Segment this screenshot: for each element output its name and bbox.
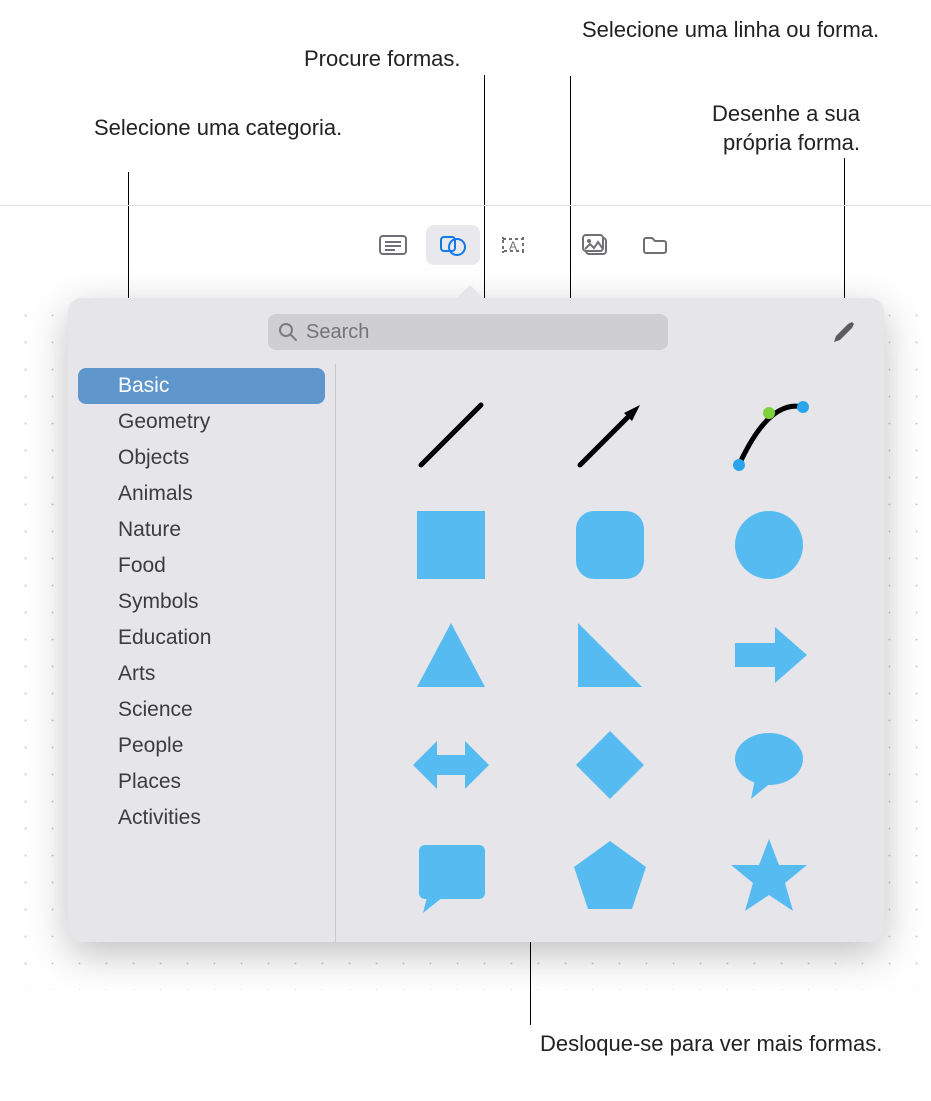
category-item-nature[interactable]: Nature	[78, 512, 325, 548]
category-item-education[interactable]: Education	[78, 620, 325, 656]
callout-scroll: Desloque-se para ver mais formas.	[540, 1030, 882, 1059]
category-item-people[interactable]: People	[78, 728, 325, 764]
square-icon	[409, 503, 493, 587]
curve-line-icon	[727, 393, 811, 477]
shape-callout-rect[interactable]	[403, 827, 499, 923]
tool-folder[interactable]	[628, 225, 682, 265]
category-item-food[interactable]: Food	[78, 548, 325, 584]
folder-icon	[641, 233, 669, 257]
category-item-science[interactable]: Science	[78, 692, 325, 728]
speech-bubble-icon	[727, 723, 811, 807]
svg-text:A: A	[509, 239, 517, 253]
shape-curve-line[interactable]	[721, 387, 817, 483]
rounded-square-icon	[568, 503, 652, 587]
popover-content: BasicGeometryObjectsAnimalsNatureFoodSym…	[68, 364, 884, 942]
star-icon	[727, 833, 811, 917]
pen-icon	[830, 318, 858, 346]
textbox-icon	[379, 233, 407, 257]
shapes-popover: BasicGeometryObjectsAnimalsNatureFoodSym…	[68, 298, 884, 942]
callout-category: Selecione uma categoria.	[94, 114, 342, 143]
category-item-symbols[interactable]: Symbols	[78, 584, 325, 620]
shape-right-triangle[interactable]	[562, 607, 658, 703]
shape-circle[interactable]	[721, 497, 817, 593]
category-item-arts[interactable]: Arts	[78, 656, 325, 692]
divider	[0, 205, 931, 206]
shape-triangle[interactable]	[403, 607, 499, 703]
shapes-grid	[336, 364, 884, 942]
category-item-places[interactable]: Places	[78, 764, 325, 800]
tool-shapes[interactable]	[426, 225, 480, 265]
textstyle-icon: A	[499, 233, 527, 257]
shape-star[interactable]	[721, 827, 817, 923]
category-item-basic[interactable]: Basic	[78, 368, 325, 404]
media-icon	[581, 233, 609, 257]
arrow-right-icon	[727, 613, 811, 697]
callout-draw: Desenhe a sua própria forma.	[700, 100, 860, 157]
leader-line	[484, 75, 485, 325]
shape-pentagon[interactable]	[562, 827, 658, 923]
draw-shape-button[interactable]	[824, 312, 864, 352]
search-input[interactable]	[306, 321, 658, 344]
shape-arrow-right[interactable]	[721, 607, 817, 703]
shape-arrow-line[interactable]	[562, 387, 658, 483]
line-icon	[409, 393, 493, 477]
pentagon-icon	[568, 833, 652, 917]
tool-textstyle[interactable]: A	[486, 225, 540, 265]
right-triangle-icon	[568, 613, 652, 697]
diamond-icon	[568, 723, 652, 807]
toolbar: A	[0, 220, 931, 270]
callout-rect-icon	[409, 833, 493, 917]
category-item-activities[interactable]: Activities	[78, 800, 325, 836]
search-row	[68, 298, 884, 364]
shape-rounded-square[interactable]	[562, 497, 658, 593]
search-box[interactable]	[268, 314, 668, 350]
triangle-icon	[409, 613, 493, 697]
tool-text-box[interactable]	[366, 225, 420, 265]
arrow-line-icon	[568, 393, 652, 477]
shape-speech-bubble[interactable]	[721, 717, 817, 813]
shape-diamond[interactable]	[562, 717, 658, 813]
search-icon	[278, 322, 298, 342]
category-item-objects[interactable]: Objects	[78, 440, 325, 476]
double-arrow-icon	[409, 723, 493, 807]
callout-pick: Selecione uma linha ou forma.	[582, 16, 879, 45]
shape-square[interactable]	[403, 497, 499, 593]
shape-line[interactable]	[403, 387, 499, 483]
category-item-geometry[interactable]: Geometry	[78, 404, 325, 440]
shapes-icon	[439, 233, 467, 257]
callout-search: Procure formas.	[304, 45, 461, 74]
category-sidebar: BasicGeometryObjectsAnimalsNatureFoodSym…	[68, 364, 336, 942]
category-item-animals[interactable]: Animals	[78, 476, 325, 512]
tool-media[interactable]	[568, 225, 622, 265]
circle-icon	[727, 503, 811, 587]
shape-double-arrow[interactable]	[403, 717, 499, 813]
